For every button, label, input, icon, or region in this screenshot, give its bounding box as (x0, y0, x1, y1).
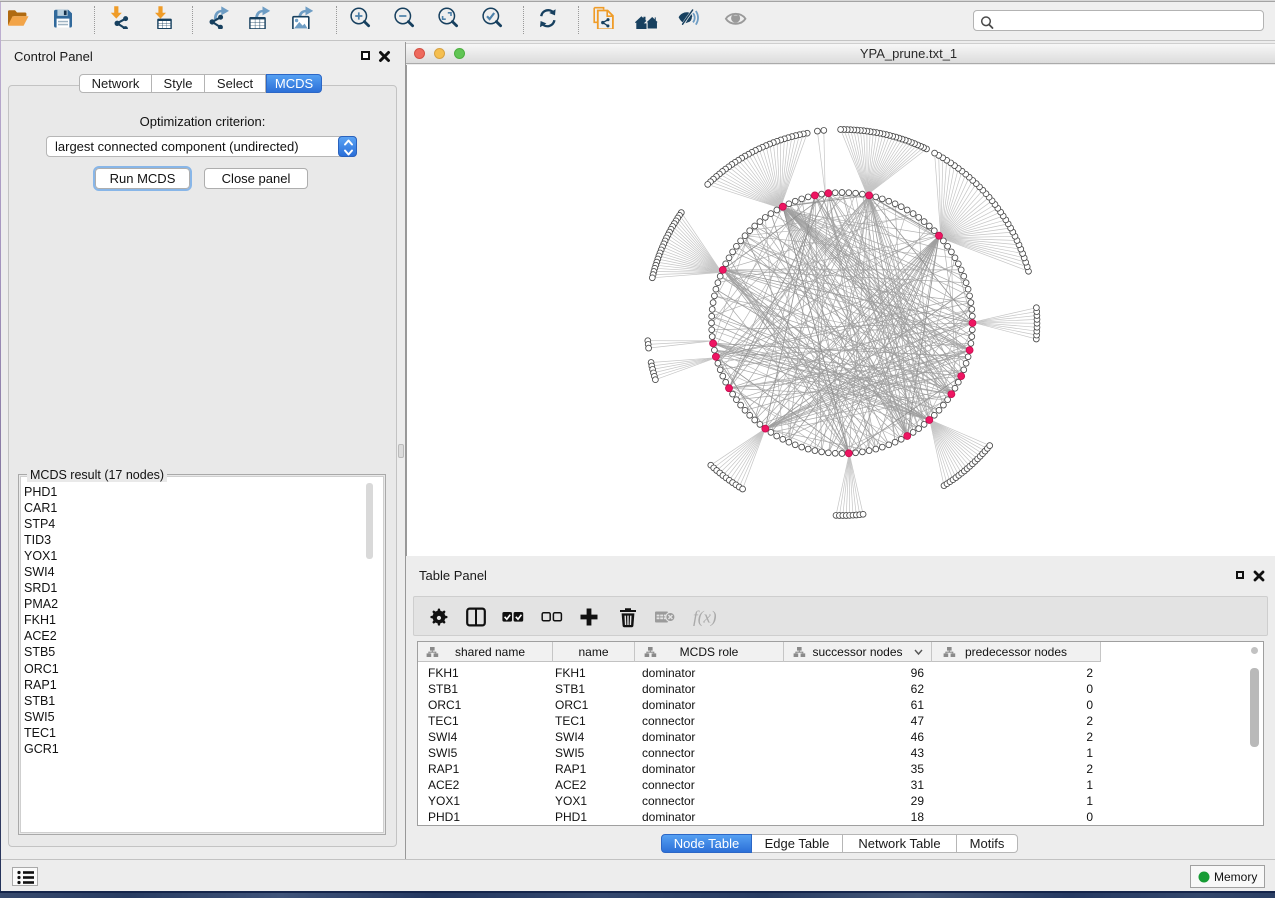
svg-text:f(x): f(x) (693, 608, 717, 627)
